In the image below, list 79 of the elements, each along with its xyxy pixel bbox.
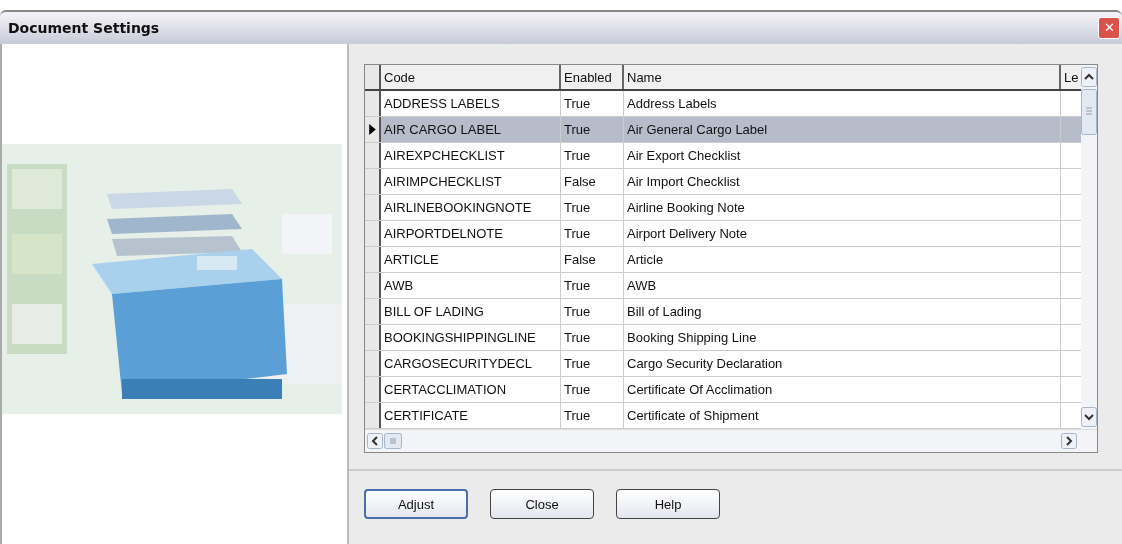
vertical-scrollbar[interactable] — [1081, 65, 1097, 429]
horizontal-scrollbar[interactable] — [365, 429, 1097, 452]
column-header[interactable]: Le — [1061, 65, 1081, 89]
table-row[interactable]: AIRIMPCHECKLIST False Air Import Checklist — [365, 169, 1081, 195]
table-row[interactable]: CERTACCLIMATION True Certificate Of Acclimation — [365, 377, 1081, 403]
row-header — [365, 195, 381, 220]
column-header[interactable]: Enabled — [561, 65, 624, 89]
table-cell: True — [561, 403, 624, 428]
table-cell: CERTIFICATE — [381, 403, 561, 428]
row-header — [365, 403, 381, 428]
table-cell: ARTICLE — [381, 247, 561, 272]
table-cell: Certificate of Shipment — [624, 403, 1061, 428]
table-row[interactable]: AWB True AWB — [365, 273, 1081, 299]
scroll-up-icon[interactable] — [1081, 67, 1097, 87]
table-cell: True — [561, 117, 624, 142]
row-header — [365, 377, 381, 402]
table-cell: BOOKINGSHIPPINGLINE — [381, 325, 561, 350]
table-cell: Airline Booking Note — [624, 195, 1061, 220]
table-cell: True — [561, 221, 624, 246]
dialog-button[interactable]: Adjust — [364, 489, 468, 519]
table-row[interactable]: BOOKINGSHIPPINGLINE True Booking Shipping Line — [365, 325, 1081, 351]
table-cell: AWB — [381, 273, 561, 298]
table-cell: AIRIMPCHECKLIST — [381, 169, 561, 194]
dialog-button[interactable]: Help — [616, 489, 720, 519]
table-cell: True — [561, 195, 624, 220]
table-cell: True — [561, 91, 624, 116]
table-row[interactable]: AIRPORTDELNOTE True Airport Delivery Note — [365, 221, 1081, 247]
table-cell: AIR CARGO LABEL — [381, 117, 561, 142]
table-cell: CERTACCLIMATION — [381, 377, 561, 402]
table-cell: Article — [624, 247, 1061, 272]
table-cell: Bill of Lading — [624, 299, 1061, 324]
table-cell: CARGOSECURITYDECL — [381, 351, 561, 376]
row-header — [365, 325, 381, 350]
row-header — [365, 273, 381, 298]
table-cell: False — [561, 247, 624, 272]
column-header[interactable]: Code — [381, 65, 561, 89]
table-cell: Air Export Checklist — [624, 143, 1061, 168]
row-header — [365, 169, 381, 194]
table-cell: BILL OF LADING — [381, 299, 561, 324]
table-row[interactable]: ARTICLE False Article — [365, 247, 1081, 273]
row-header — [365, 351, 381, 376]
scroll-thumb[interactable] — [384, 433, 402, 449]
scroll-right-icon[interactable] — [1061, 433, 1077, 449]
table-row[interactable]: BILL OF LADING True Bill of Lading — [365, 299, 1081, 325]
scroll-thumb[interactable] — [1081, 89, 1097, 135]
row-header — [365, 143, 381, 168]
table-cell: Air General Cargo Label — [624, 117, 1061, 142]
table-cell: Booking Shipping Line — [624, 325, 1061, 350]
scroll-down-icon[interactable] — [1081, 407, 1097, 427]
table-row[interactable]: CARGOSECURITYDECL True Cargo Security Declaration — [365, 351, 1081, 377]
close-button[interactable]: ✕ — [1098, 17, 1120, 39]
table-cell: True — [561, 351, 624, 376]
table-row[interactable]: AIREXPCHECKLIST True Air Export Checklist — [365, 143, 1081, 169]
table-cell: True — [561, 143, 624, 168]
row-header — [365, 247, 381, 272]
table-row[interactable]: AIRLINEBOOKINGNOTE True Airline Booking Note — [365, 195, 1081, 221]
table-cell: ADDRESS LABELS — [381, 91, 561, 116]
table-cell: Cargo Security Declaration — [624, 351, 1061, 376]
window-title: Document Settings — [8, 20, 160, 36]
table-row[interactable]: AIR CARGO LABEL True Air General Cargo Label — [365, 117, 1081, 143]
table-cell: Airport Delivery Note — [624, 221, 1061, 246]
scroll-left-icon[interactable] — [367, 433, 383, 449]
table-cell: Certificate Of Acclimation — [624, 377, 1061, 402]
table-cell: AIRLINEBOOKINGNOTE — [381, 195, 561, 220]
table-cell: AIREXPCHECKLIST — [381, 143, 561, 168]
table-cell: True — [561, 325, 624, 350]
column-header[interactable]: Name — [624, 65, 1061, 89]
table-cell: AWB — [624, 273, 1061, 298]
current-row-icon — [368, 124, 376, 135]
table-cell: False — [561, 169, 624, 194]
table-cell: True — [561, 377, 624, 402]
table-cell: True — [561, 273, 624, 298]
table-cell: Air Import Checklist — [624, 169, 1061, 194]
row-header — [365, 221, 381, 246]
table-cell: AIRPORTDELNOTE — [381, 221, 561, 246]
table-cell: True — [561, 299, 624, 324]
dialog-button[interactable]: Close — [490, 489, 594, 519]
table-cell: Address Labels — [624, 91, 1061, 116]
row-header — [365, 299, 381, 324]
